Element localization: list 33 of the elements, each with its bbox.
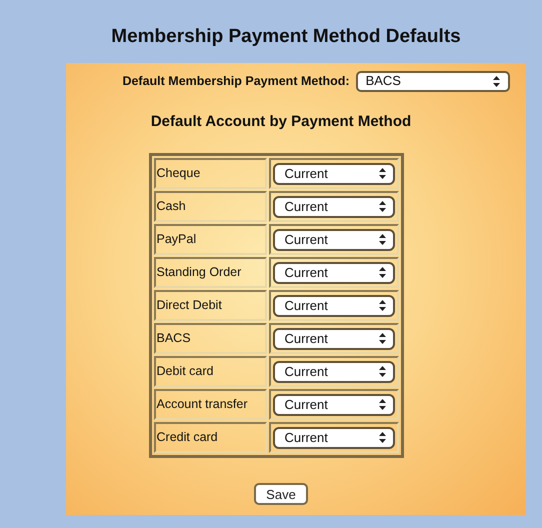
dropdown-arrows-icon [378,234,386,245]
dropdown-arrows-icon [378,201,386,212]
payment-method-cell: Credit card [154,422,266,453]
payment-method-cell: Debit card [154,356,266,387]
select-field[interactable]: Current [272,426,394,448]
dropdown-arrows-icon [492,76,500,86]
dropdown-arrows-icon [378,333,386,344]
select-field[interactable]: Current [272,394,394,416]
select-field[interactable]: Current [272,360,394,382]
dropdown-arrows-icon [378,366,386,377]
payment-method-cell: BACS [154,323,266,354]
payment-method-cell: Standing Order [154,257,266,288]
select-field[interactable]: Current [272,162,394,184]
dropdown-arrows-icon [378,432,386,443]
section-heading: Default Account by Payment Method [150,112,412,132]
select-field[interactable]: BACS [356,70,510,92]
dropdown-arrows-icon [378,267,386,278]
payment-method-cell: Account transfer [154,389,266,420]
dropdown-arrows-icon [378,399,386,410]
payment-method-cell: PayPal [154,224,266,255]
dropdown-arrows-icon [378,168,386,179]
dropdown-arrows-icon [378,300,386,311]
select-field[interactable]: Current [272,294,394,316]
select-field[interactable]: Current [272,262,394,284]
save-button[interactable]: Save [254,483,308,505]
field-label: Default Membership Payment Method: [122,72,350,90]
payment-method-cell: Direct Debit [154,290,266,321]
select-field[interactable]: Current [272,196,394,218]
page-title: Membership Payment Method Defaults [111,25,461,49]
select-field[interactable]: Current [272,228,394,250]
payment-method-cell: Cheque [154,158,266,189]
payment-method-cell: Cash [154,191,266,222]
select-field[interactable]: Current [272,328,394,350]
